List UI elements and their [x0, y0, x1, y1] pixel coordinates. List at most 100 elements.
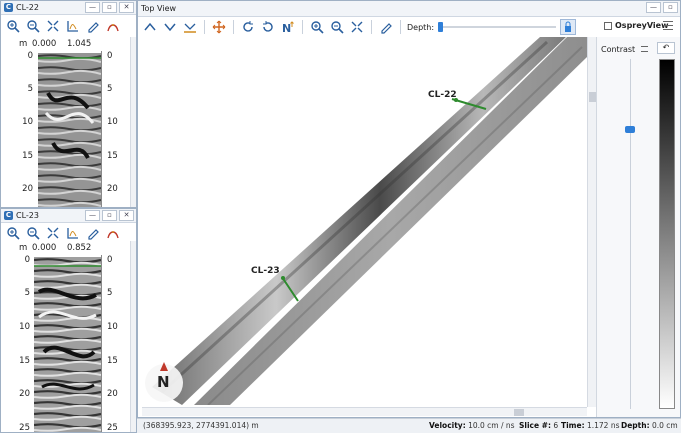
- status-bar: (368395.923, 2774391.014) m Velocity: 10…: [137, 418, 681, 433]
- topview-title: Top View: [141, 4, 177, 13]
- pencil-icon[interactable]: [378, 19, 394, 35]
- ospreyview-toggle[interactable]: OspreyView: [604, 21, 668, 30]
- minimize-button[interactable]: —: [646, 2, 661, 13]
- status-depth-value: 0.0 cm: [652, 421, 678, 430]
- fit-extent-icon[interactable]: [45, 225, 61, 241]
- toolbar-separator: [204, 20, 205, 34]
- restore-button[interactable]: ▫: [102, 210, 117, 221]
- cl23-swath: [194, 37, 587, 405]
- cl22-map-label: CL-22: [428, 90, 457, 100]
- toolbar-separator: [400, 20, 401, 34]
- cl23-toolbar: [1, 224, 136, 242]
- zoom-out-icon[interactable]: [25, 18, 41, 34]
- north-arrow-icon[interactable]: N: [280, 19, 296, 35]
- cl23-scale-start: 0.000: [32, 243, 57, 253]
- cl22-scrollbar[interactable]: [130, 37, 136, 207]
- svg-text:N: N: [282, 22, 291, 34]
- cl23-tick-left-15: 15: [19, 356, 30, 366]
- restore-button[interactable]: ▫: [102, 2, 117, 13]
- status-slice-label: Slice #:: [519, 421, 551, 430]
- pencil-icon[interactable]: [85, 225, 101, 241]
- contrast-gradient-bar: [659, 59, 675, 409]
- zoom-in-icon[interactable]: [5, 225, 21, 241]
- hyperbola-icon[interactable]: [105, 225, 121, 241]
- cl22-tick-left-0: 0: [27, 51, 33, 61]
- chart-icon[interactable]: [65, 225, 81, 241]
- rotate-cw-icon[interactable]: [260, 19, 276, 35]
- fit-extent-icon[interactable]: [349, 19, 365, 35]
- cl22-title: CL-22: [16, 3, 39, 12]
- status-velocity-value: 10.0 cm / ns: [468, 421, 515, 430]
- toolbar-separator: [371, 20, 372, 34]
- cl22-tick-left-20: 20: [22, 184, 33, 194]
- topview-window: Top View — ▫ N Depth: OspreyView CL-22 C…: [137, 0, 681, 418]
- cl23-scale-end: 0.852: [67, 243, 92, 253]
- cl22-right-axis: 0 5 10 15 20: [101, 51, 131, 207]
- map-hscroll-thumb[interactable]: [514, 409, 524, 416]
- status-depth-label: Depth:: [621, 421, 650, 430]
- pan-move-icon[interactable]: [211, 19, 227, 35]
- depth-slider[interactable]: [438, 22, 557, 32]
- contrast-slider-thumb[interactable]: [625, 126, 635, 133]
- chevron-up-icon[interactable]: [142, 19, 158, 35]
- cl23-tick-right-15: 15: [107, 356, 118, 366]
- cl22-tick-right-0: 0: [107, 51, 113, 61]
- topview-titlebar[interactable]: Top View — ▫: [138, 1, 680, 17]
- depth-label: Depth:: [407, 22, 435, 32]
- cl22-titlebar[interactable]: C CL-22 — ▫ ✕: [1, 1, 136, 15]
- contrast-slider-track[interactable]: [625, 59, 635, 409]
- cl22-scale-unit: m: [19, 39, 28, 49]
- toolbar-separator: [302, 20, 303, 34]
- hyperbola-icon[interactable]: [105, 18, 121, 34]
- chart-icon[interactable]: [65, 18, 81, 34]
- close-button[interactable]: ✕: [119, 210, 134, 221]
- ospreyview-checkbox[interactable]: [604, 21, 612, 30]
- contrast-panel: Contrast ↶: [596, 37, 680, 417]
- cl23-tick-right-25: 25: [107, 423, 118, 433]
- zoom-out-icon[interactable]: [329, 19, 345, 35]
- cl23-left-axis: 0 5 10 15 20 25: [1, 255, 34, 432]
- cl23-tick-left-0: 0: [24, 255, 30, 265]
- contrast-menu-icon[interactable]: [641, 46, 648, 52]
- restore-button[interactable]: ▫: [663, 2, 678, 13]
- chevron-down-icon[interactable]: [162, 19, 178, 35]
- zoom-out-icon[interactable]: [25, 225, 41, 241]
- map-image: [145, 37, 587, 405]
- cl23-titlebar[interactable]: C CL-23 — ▫ ✕: [1, 209, 136, 223]
- fit-extent-icon[interactable]: [45, 18, 61, 34]
- minimize-button[interactable]: —: [85, 2, 100, 13]
- rotate-ccw-icon[interactable]: [240, 19, 256, 35]
- cl22-window: C CL-22 — ▫ ✕ m 0.000 1.045 0 5 10 15 20…: [0, 0, 137, 208]
- app-icon: C: [4, 3, 13, 12]
- cl22-tick-right-15: 15: [107, 151, 118, 161]
- cl23-map-label: CL-23: [251, 266, 280, 276]
- cl22-radargram[interactable]: [38, 53, 101, 207]
- map-vscroll-thumb[interactable]: [589, 92, 596, 102]
- cl22-tick-right-10: 10: [107, 117, 118, 127]
- zoom-in-icon[interactable]: [5, 18, 21, 34]
- lock-icon[interactable]: [560, 19, 577, 35]
- cl22-scale-start: 0.000: [32, 39, 57, 49]
- menu-icon[interactable]: [663, 21, 673, 30]
- cl22-radargram-image: [38, 53, 101, 207]
- map-vertical-scrollbar[interactable]: [587, 37, 596, 407]
- depth-slider-thumb[interactable]: [438, 22, 444, 32]
- cl23-tick-left-5: 5: [24, 288, 30, 298]
- contrast-reset-button[interactable]: ↶: [657, 42, 675, 54]
- cl22-tick-right-5: 5: [107, 84, 113, 94]
- cl23-radargram-image: [34, 257, 101, 432]
- cl23-tick-right-10: 10: [107, 322, 118, 332]
- cl23-scale-unit: m: [19, 243, 28, 253]
- compass-north-letter: N: [157, 373, 170, 391]
- close-button[interactable]: ✕: [119, 2, 134, 13]
- cl23-radargram[interactable]: [34, 257, 101, 432]
- status-time-label: Time:: [561, 421, 585, 430]
- cl22-tick-left-5: 5: [27, 84, 33, 94]
- map-canvas[interactable]: CL-22 CL-23 N: [142, 37, 587, 405]
- minimize-button[interactable]: —: [85, 210, 100, 221]
- cl23-scrollbar[interactable]: [130, 241, 136, 432]
- zoom-in-icon[interactable]: [309, 19, 325, 35]
- map-horizontal-scrollbar[interactable]: [142, 407, 587, 416]
- baseline-icon[interactable]: [182, 19, 198, 35]
- pencil-icon[interactable]: [85, 18, 101, 34]
